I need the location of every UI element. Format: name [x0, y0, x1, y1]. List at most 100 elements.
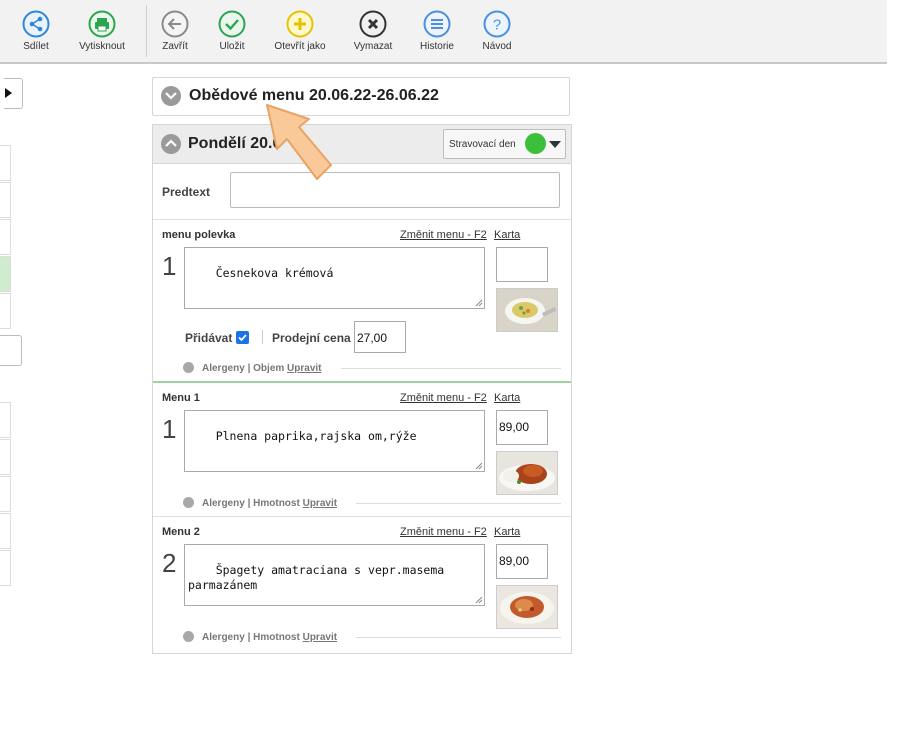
vertical-separator: [262, 330, 263, 344]
food-image[interactable]: [496, 451, 558, 495]
left-field: [0, 439, 11, 475]
change-menu-link[interactable]: Změnit menu - F2: [400, 392, 487, 404]
predtext-label: Predtext: [162, 185, 211, 199]
pointer-arrow-icon: [266, 104, 332, 180]
delete-button[interactable]: Vymazat: [343, 10, 403, 52]
chevron-down-icon[interactable]: [183, 631, 194, 642]
item-text: Špagety amatraciana s vepr.masema parmaz…: [188, 563, 445, 592]
edit-link[interactable]: Upravit: [287, 363, 321, 374]
allergens-label: Alergeny | Hmotnost: [202, 632, 303, 643]
left-field: [0, 513, 11, 549]
sell-price-input[interactable]: 27,00: [354, 321, 406, 353]
add-checkbox[interactable]: [236, 331, 249, 344]
chevron-down-icon[interactable]: [183, 362, 194, 373]
day-panel: Pondělí 20.0 Stravovací den Predtext men…: [152, 124, 572, 654]
divider: [153, 219, 571, 220]
item-number: 1: [162, 414, 177, 444]
add-label: Přidávat: [185, 331, 233, 345]
close-button[interactable]: Zavřít: [145, 10, 205, 52]
left-field: [0, 182, 11, 218]
print-button[interactable]: Vytisknout: [72, 10, 132, 52]
printer-icon: [88, 10, 116, 38]
price-input[interactable]: 89,00: [496, 544, 548, 579]
item-text-area[interactable]: Špagety amatraciana s vepr.masema parmaz…: [184, 544, 485, 606]
svg-text:?: ?: [493, 17, 501, 34]
left-field: [0, 256, 11, 292]
allergens-label: Alergeny | Hmotnost: [202, 498, 303, 509]
change-menu-link[interactable]: Změnit menu - F2: [400, 526, 487, 538]
card-link[interactable]: Karta: [494, 229, 520, 241]
card-link[interactable]: Karta: [494, 392, 520, 404]
day-type-label: Stravovací den: [449, 139, 516, 150]
help-label: Návod: [482, 41, 512, 52]
divider: [356, 637, 561, 638]
chevron-down-icon[interactable]: [161, 86, 181, 106]
item-text-area[interactable]: Česnekova krémová: [184, 247, 485, 309]
chevron-down-icon[interactable]: [183, 497, 194, 508]
day-type-select[interactable]: Stravovací den: [443, 129, 566, 159]
list-icon: [423, 10, 451, 38]
soup-image: [497, 289, 557, 331]
day-header[interactable]: Pondělí 20.0 Stravovací den: [153, 125, 571, 164]
price-input[interactable]: 89,00: [496, 410, 548, 445]
toolbar: Sdílet Vytisknout Zavřít Uložit Otevřít …: [0, 0, 887, 64]
plus-icon: [286, 10, 314, 38]
left-field: [0, 402, 11, 438]
chevron-up-icon[interactable]: [161, 134, 181, 154]
print-label: Vytisknout: [79, 41, 125, 52]
item-name: Menu 2: [162, 526, 200, 538]
item-number: 2: [162, 548, 177, 578]
question-icon: ?: [483, 10, 511, 38]
pepper-dish-image: [497, 452, 557, 494]
left-panel-edge: [0, 62, 30, 741]
pasta-image: [497, 586, 557, 628]
divider: [341, 368, 561, 369]
dropdown-arrow-icon: [549, 141, 561, 148]
menu-header[interactable]: Obědové menu 20.06.22-26.06.22: [152, 77, 570, 116]
delete-x-icon: [359, 10, 387, 38]
item-text-area[interactable]: Plnena paprika,rajska om,rýže: [184, 410, 485, 472]
left-field: [0, 219, 11, 255]
expand-panel-button[interactable]: [4, 78, 23, 109]
share-button[interactable]: Sdílet: [6, 10, 66, 52]
delete-label: Vymazat: [353, 41, 393, 52]
divider: [356, 503, 561, 504]
resize-handle-icon[interactable]: [475, 596, 483, 604]
card-link[interactable]: Karta: [494, 526, 520, 538]
save-label: Uložit: [219, 41, 245, 52]
open-as-button[interactable]: Otevřít jako: [270, 10, 330, 52]
price-input[interactable]: [496, 247, 548, 282]
left-field: [0, 550, 11, 586]
resize-handle-icon[interactable]: [475, 299, 483, 307]
left-field: [0, 476, 11, 512]
save-button[interactable]: Uložit: [202, 10, 262, 52]
share-label: Sdílet: [23, 41, 49, 52]
item-text: Plnena paprika,rajska om,rýže: [215, 429, 417, 443]
checkmark-icon: [218, 10, 246, 38]
open-as-label: Otevřít jako: [274, 41, 326, 52]
close-label: Zavřít: [162, 41, 188, 52]
left-field: [0, 293, 11, 329]
item-number: 1: [162, 251, 177, 281]
allergens-label: Alergeny | Objem: [202, 363, 288, 374]
edit-link[interactable]: Upravit: [303, 498, 337, 509]
resize-handle-icon[interactable]: [475, 462, 483, 470]
item-text: Česnekova krémová: [215, 266, 334, 280]
item-name: menu polevka: [162, 229, 236, 241]
sell-price-label: Prodejní cena: [272, 331, 351, 345]
food-image[interactable]: [496, 288, 558, 332]
status-dot: [525, 133, 546, 154]
change-menu-link[interactable]: Změnit menu - F2: [400, 229, 487, 241]
edit-link[interactable]: Upravit: [303, 632, 337, 643]
left-field: [0, 145, 11, 181]
left-field[interactable]: [0, 335, 22, 366]
divider: [153, 381, 571, 383]
divider: [153, 516, 571, 517]
history-button[interactable]: Historie: [407, 10, 467, 52]
share-icon: [22, 10, 50, 38]
history-label: Historie: [420, 41, 454, 52]
back-arrow-icon: [161, 10, 189, 38]
food-image[interactable]: [496, 585, 558, 629]
help-button[interactable]: ? Návod: [467, 10, 527, 52]
item-name: Menu 1: [162, 392, 200, 404]
